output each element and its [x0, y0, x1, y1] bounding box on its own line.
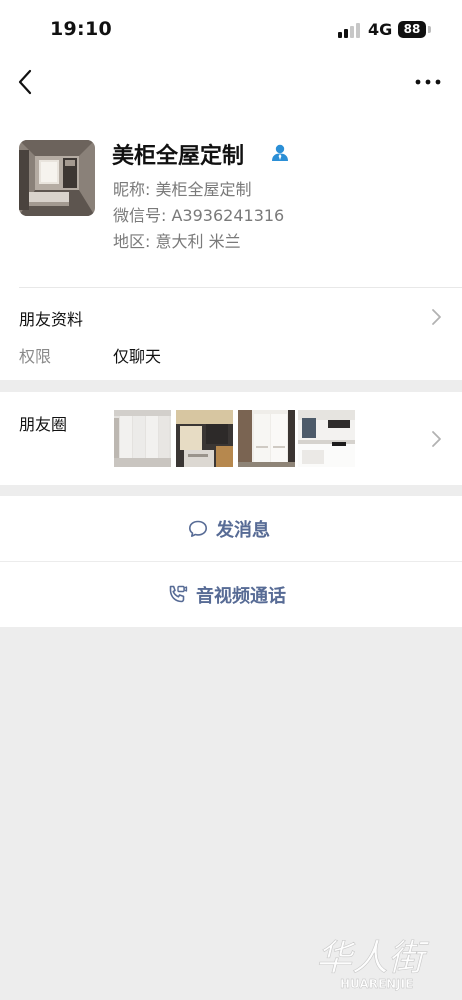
- wechat-id-line: 微信号: A3936241316: [113, 202, 284, 226]
- nickname-line: 昵称: 美柜全屋定制: [113, 176, 252, 200]
- status-time: 19:10: [50, 18, 112, 40]
- profile-name: 美柜全屋定制: [112, 144, 245, 169]
- chevron-left-icon: [18, 69, 32, 95]
- region-label: 地区:: [113, 232, 156, 251]
- moments-photo: [114, 410, 171, 467]
- status-bar: 19:10 4G 88: [0, 0, 462, 60]
- actions-panel: 发消息 音视频通话: [0, 496, 462, 627]
- battery-tip: [428, 26, 431, 33]
- phone-video-icon: [169, 585, 188, 603]
- battery-icon: 88: [398, 21, 426, 38]
- moments-photo: [176, 410, 233, 467]
- svg-text:华人街: 华人街: [316, 938, 430, 979]
- chevron-right-icon: [432, 431, 441, 447]
- wechat-id-label: 微信号:: [113, 206, 172, 225]
- send-message-button[interactable]: 发消息: [0, 496, 462, 561]
- moments-title: 朋友圈: [19, 415, 68, 434]
- moments-photo: [238, 410, 295, 467]
- moments-photo: [298, 410, 355, 467]
- svg-text:HUARENJIE: HUARENJIE: [340, 977, 413, 991]
- avatar[interactable]: [19, 140, 95, 216]
- more-dots-icon: [415, 79, 441, 85]
- nickname-label: 昵称:: [113, 180, 156, 199]
- send-message-label: 发消息: [216, 520, 270, 541]
- permission-label: 权限: [19, 347, 52, 366]
- nickname-value: 美柜全屋定制: [155, 180, 252, 199]
- chat-bubble-icon: [189, 520, 207, 537]
- moments-row[interactable]: 朋友圈: [0, 392, 462, 485]
- chevron-right-icon: [432, 309, 441, 325]
- permission-value: 仅聊天: [113, 347, 162, 366]
- voice-video-call-button[interactable]: 音视频通话: [0, 562, 462, 627]
- region-line: 地区: 意大利 米兰: [113, 228, 241, 252]
- divider: [19, 287, 462, 288]
- network-type: 4G: [368, 20, 393, 39]
- signal-icon: [338, 22, 362, 38]
- person-icon: [272, 144, 288, 161]
- region-value: 意大利 米兰: [155, 232, 241, 251]
- watermark-logo: 华人街 HUARENJIE: [310, 930, 450, 994]
- more-button[interactable]: [412, 70, 444, 94]
- friend-info-title: 朋友资料: [19, 310, 84, 329]
- back-button[interactable]: [14, 66, 40, 98]
- voice-video-call-label: 音视频通话: [196, 586, 286, 607]
- wechat-id-value[interactable]: A3936241316: [171, 206, 284, 225]
